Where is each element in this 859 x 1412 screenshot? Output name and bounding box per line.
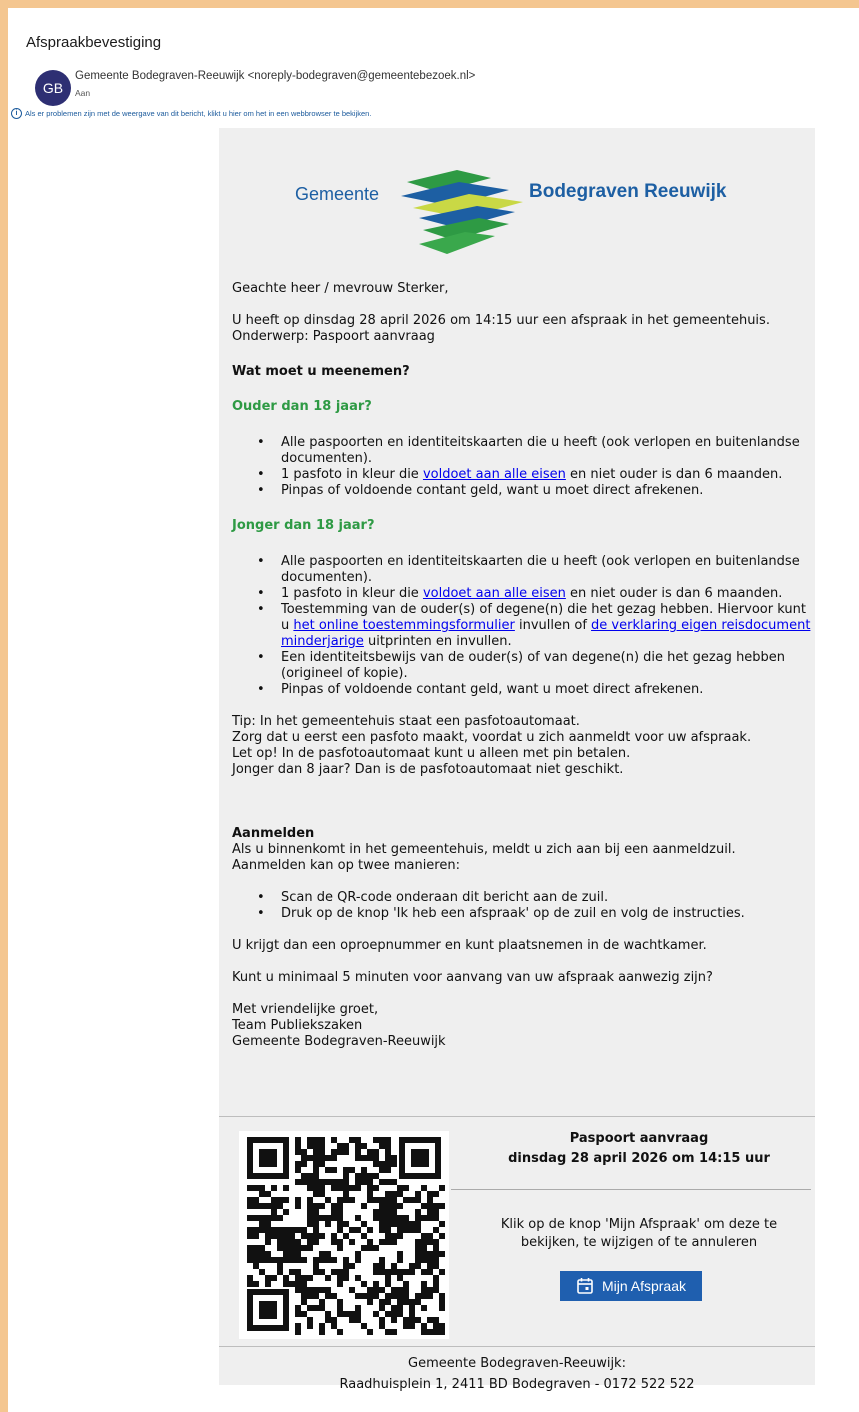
info-icon: i — [11, 108, 22, 119]
tip-line-3: Let op! In de pasfotoautomaat kunt u all… — [232, 746, 631, 761]
my-appointment-button[interactable]: Mijn Afspraak — [560, 1271, 702, 1301]
calendar-icon — [577, 1278, 593, 1294]
older-list: Alle paspoorten en identiteitskaarten di… — [232, 435, 812, 499]
list-item: Alle paspoorten en identiteitskaarten di… — [257, 435, 812, 467]
list-item: Scan de QR-code onderaan dit bericht aan… — [257, 890, 812, 906]
tip-line-2: Zorg dat u eerst een pasfoto maakt, voor… — [232, 730, 752, 745]
closing-line-1: Met vriendelijke groet, — [232, 1002, 379, 1017]
footer-org: Gemeente Bodegraven-Reeuwijk: — [408, 1356, 626, 1371]
my-appointment-label[interactable]: Mijn Afspraak — [602, 1278, 686, 1294]
greeting: Geachte heer / mevrouw Sterker, — [232, 281, 449, 296]
sender-avatar[interactable]: GB — [35, 70, 71, 106]
closing-line-2: Team Publiekszaken — [232, 1018, 363, 1033]
municipality-logo: Gemeente Bodegraven Reeuwijk — [219, 168, 815, 258]
footer-divider — [219, 1116, 815, 1117]
info-text[interactable]: Als er problemen zijn met de weergave va… — [25, 109, 371, 118]
appointment-datetime: dinsdag 28 april 2026 om 14:15 uur — [508, 1151, 770, 1166]
older-heading: Ouder dan 18 jaar? — [232, 399, 372, 414]
logo-text-right: Bodegraven Reeuwijk — [529, 181, 727, 202]
sender-address[interactable]: Gemeente Bodegraven-Reeuwijk <noreply-bo… — [75, 70, 475, 82]
aanmelden-line-1: Als u binnenkomt in het gemeentehuis, me… — [232, 842, 736, 857]
closing-line-3: Gemeente Bodegraven-Reeuwijk — [232, 1034, 446, 1049]
list-item: Pinpas of voldoende contant geld, want u… — [257, 682, 812, 698]
younger-list: Alle paspoorten en identiteitskaarten di… — [232, 554, 812, 698]
list-item: Pinpas of voldoende contant geld, want u… — [257, 483, 812, 499]
requirements-link[interactable]: voldoet aan alle eisen — [423, 586, 566, 601]
intro-line-2: Onderwerp: Paspoort aanvraag — [232, 329, 435, 344]
requirements-link[interactable]: voldoet aan alle eisen — [423, 467, 566, 482]
footer-address: Raadhuisplein 1, 2411 BD Bodegraven - 01… — [339, 1377, 695, 1392]
aanmelden-heading: Aanmelden — [232, 826, 315, 841]
appointment-divider — [451, 1189, 811, 1190]
list-item: Een identiteitsbewijs van de ouder(s) of… — [257, 650, 812, 682]
email-body: Gemeente Bodegraven Reeuwijk Geachte hee… — [219, 128, 815, 1392]
what-heading: Wat moet u meenemen? — [232, 364, 410, 379]
manage-instructions: Klik op de knop 'Mijn Afspraak' om deze … — [500, 1217, 778, 1250]
list-item: 1 pasfoto in kleur die voldoet aan alle … — [257, 467, 812, 483]
logo-flag-icon — [401, 170, 523, 254]
younger-heading: Jonger dan 18 jaar? — [232, 518, 375, 533]
logo-text-left: Gemeente — [295, 184, 380, 204]
consent-form-link[interactable]: het online toestemmingsformulier — [293, 618, 515, 633]
view-in-browser-notice[interactable]: i Als er problemen zijn met de weergave … — [11, 108, 371, 119]
appointment-title: Paspoort aanvraag — [569, 1131, 709, 1146]
intro-line-1: U heeft op dinsdag 28 april 2026 om 14:1… — [232, 313, 770, 328]
message-content: Geachte heer / mevrouw Sterker, U heeft … — [232, 281, 812, 1050]
tip-line-1: Tip: In het gemeentehuis staat een pasfo… — [232, 714, 580, 729]
list-item: Druk op de knop 'Ik heb een afspraak' op… — [257, 906, 812, 922]
aanmelden-list: Scan de QR-code onderaan dit bericht aan… — [232, 890, 812, 922]
qr-code — [239, 1131, 449, 1339]
list-item: Alle paspoorten en identiteitskaarten di… — [257, 554, 812, 586]
oproep-text: U krijgt dan een oproepnummer en kunt pl… — [232, 938, 707, 953]
tip-line-4: Jonger dan 8 jaar? Dan is de pasfotoauto… — [232, 762, 624, 777]
list-item: Toestemming van de ouder(s) of degene(n)… — [257, 602, 812, 650]
recipient-label: Aan — [75, 88, 91, 98]
list-item: 1 pasfoto in kleur die voldoet aan alle … — [257, 586, 812, 602]
aanmelden-line-2: Aanmelden kan op twee manieren: — [232, 858, 460, 873]
minuten-text: Kunt u minimaal 5 minuten voor aanvang v… — [232, 970, 713, 985]
address-divider — [219, 1346, 815, 1347]
email-subject: Afspraakbevestiging — [26, 34, 162, 51]
